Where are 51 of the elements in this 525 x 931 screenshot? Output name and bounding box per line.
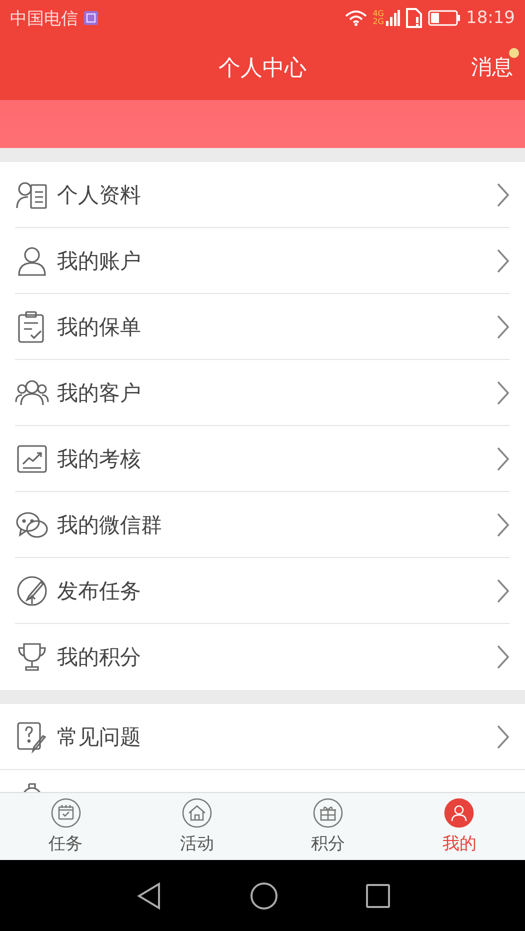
- menu-item-label: 我的保单: [57, 314, 142, 340]
- chevron-right-icon: [496, 724, 510, 750]
- recent-apps-icon[interactable]: [366, 884, 390, 908]
- home-icon[interactable]: [250, 882, 278, 910]
- signal-icon: [386, 10, 400, 26]
- menu-item-label: 常见问题: [57, 724, 142, 751]
- menu-item[interactable]: 我的微信群: [15, 492, 510, 558]
- menu-item[interactable]: 个人资料: [15, 162, 510, 228]
- chevron-right-icon: [496, 248, 510, 274]
- chevron-right-icon: [496, 578, 510, 604]
- menu-item[interactable]: 我的积分: [15, 624, 510, 690]
- battery-icon: [428, 10, 460, 26]
- page-title: 个人中心: [218, 55, 306, 83]
- menu-item[interactable]: 我的客户: [15, 360, 510, 426]
- menu-item-label: 我的积分: [57, 644, 142, 671]
- chevron-right-icon: [496, 512, 510, 538]
- pen-circle-icon: [15, 574, 49, 608]
- chevron-right-icon: [496, 644, 510, 670]
- menu-item[interactable]: 我的账户: [15, 228, 510, 294]
- menu-item-label: 个人资料: [57, 182, 142, 208]
- menu-item[interactable]: 发布任务: [15, 558, 510, 624]
- tab-item[interactable]: 积分: [262, 793, 394, 860]
- chevron-right-icon: [496, 446, 510, 472]
- wifi-icon: [344, 10, 367, 26]
- tab-item[interactable]: 我的: [394, 793, 525, 860]
- carrier-name: 中国电信: [10, 8, 78, 30]
- menu-item-label: 我的考核: [57, 446, 142, 472]
- gift-icon: [313, 798, 344, 828]
- menu-item[interactable]: 我的考核: [15, 426, 510, 492]
- network-type-label: 4G: [372, 10, 384, 18]
- menu-item-label: 发布任务: [57, 578, 142, 604]
- chevron-right-icon: [496, 182, 510, 208]
- trophy-icon: [15, 640, 49, 674]
- menu-item-label: 我的微信群: [57, 512, 163, 538]
- home-icon: [182, 798, 212, 828]
- tab-item[interactable]: 活动: [131, 793, 262, 860]
- clock-time: 18:19: [466, 8, 515, 28]
- calendar-icon: [50, 798, 81, 828]
- menu-item-label: 我的账户: [57, 248, 142, 274]
- menu-item[interactable]: 我的保单: [15, 294, 510, 360]
- chevron-right-icon: [496, 380, 510, 406]
- network-type-label: 2G: [372, 18, 384, 26]
- sim-card-icon: [406, 8, 422, 28]
- person-icon: [444, 798, 474, 828]
- chevron-right-icon: [496, 314, 510, 340]
- menu-item-label: 我的客户: [57, 380, 142, 406]
- tab-item[interactable]: 任务: [0, 793, 132, 860]
- messages-button[interactable]: 消息: [471, 53, 513, 81]
- question-edit-icon: [15, 720, 49, 754]
- gallery-notification-icon: [84, 11, 98, 25]
- back-icon[interactable]: [136, 882, 162, 910]
